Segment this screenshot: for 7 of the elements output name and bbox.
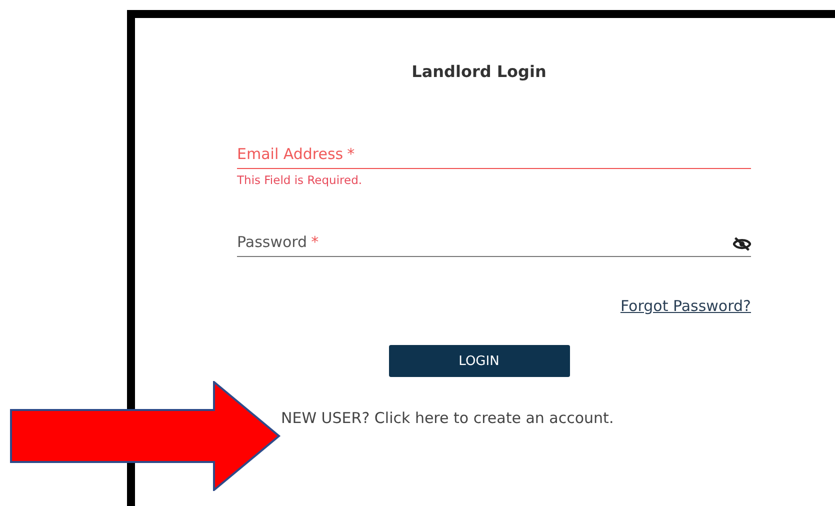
password-field[interactable]: Password * (237, 227, 751, 257)
new-user-text[interactable]: NEW USER? Click here to create an account. (281, 409, 751, 427)
eye-slash-icon[interactable] (733, 237, 751, 251)
login-title: Landlord Login (412, 62, 546, 81)
error-message: This Field is Required. (237, 173, 362, 187)
forgot-password-link[interactable]: Forgot Password? (620, 297, 751, 315)
login-button[interactable]: LOGIN (388, 345, 570, 377)
